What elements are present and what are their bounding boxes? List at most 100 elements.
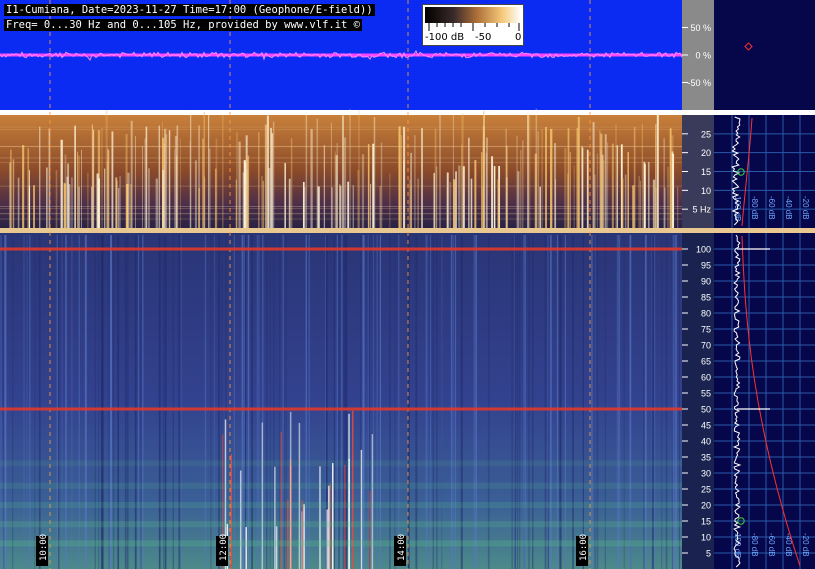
spectral-stripe	[394, 235, 396, 569]
spectral-stripe	[251, 235, 253, 569]
spectral-stripe	[653, 235, 656, 569]
impulse-stripe	[361, 154, 365, 228]
horizontal-band	[0, 205, 682, 207]
spectral-stripe	[282, 235, 285, 569]
spectral-stripe	[34, 235, 36, 569]
impulse-stripe	[370, 183, 372, 228]
tick-label: 45	[701, 421, 711, 431]
spectral-stripe	[582, 235, 584, 569]
sferic-burst	[298, 422, 301, 569]
spectral-stripe	[0, 235, 2, 569]
impulse-stripe	[408, 179, 411, 228]
spectral-stripe	[244, 235, 247, 569]
spectral-stripe	[178, 235, 181, 569]
spectral-stripe	[12, 235, 14, 569]
impulse-stripe	[389, 173, 391, 228]
spectral-stripe	[266, 235, 268, 569]
tick-label: 50	[701, 405, 711, 415]
time-label: 12:00	[219, 534, 229, 561]
impulse-stripe	[96, 173, 99, 228]
impulse-stripe	[158, 125, 160, 228]
impulse-stripe	[449, 182, 452, 228]
impulse-stripe	[272, 121, 275, 228]
impulse-stripe	[633, 126, 636, 228]
impulse-stripe	[127, 172, 130, 228]
impulse-stripe	[672, 153, 675, 228]
spectral-stripe	[594, 235, 597, 569]
spectral-stripe	[65, 235, 68, 569]
impulse-stripe	[343, 137, 347, 228]
spectral-stripe	[453, 235, 455, 569]
side-db-label: -40 dB	[784, 196, 793, 220]
sferic-burst	[230, 454, 233, 569]
spectral-stripe	[524, 235, 527, 569]
impulse-stripe	[222, 114, 224, 228]
impulse-stripe	[603, 160, 605, 228]
spectral-stripe	[661, 235, 663, 569]
spectral-stripe	[544, 235, 547, 569]
spectral-stripe	[162, 235, 165, 569]
impulse-stripe	[17, 177, 20, 228]
spectral-stripe	[285, 235, 287, 569]
side-db-label: -80 dB	[750, 533, 759, 557]
resonance-band	[0, 482, 682, 489]
spectral-stripe	[333, 235, 336, 569]
spectral-stripe	[108, 235, 110, 569]
hum-line	[0, 407, 682, 411]
spectral-stripe	[367, 235, 369, 569]
impulse-stripe	[639, 180, 641, 228]
spectral-stripe	[523, 235, 525, 569]
spectral-stripe	[134, 235, 137, 569]
colorbar-label-max: 0	[515, 32, 522, 43]
spectral-stripe	[630, 235, 632, 569]
impulse-stripe	[262, 180, 264, 228]
spectral-stripe	[430, 235, 432, 569]
spectral-stripe	[164, 235, 167, 569]
signal-side-panel	[714, 0, 815, 110]
impulse-stripe	[656, 113, 659, 228]
impulse-stripe	[10, 149, 12, 228]
resonance-band	[0, 521, 682, 528]
spectrogram-figure: 50 %0 %-50 %252015105 Hz1009590858075706…	[0, 0, 815, 569]
impulse-stripe	[358, 110, 360, 228]
impulse-stripe	[398, 126, 401, 228]
spectral-stripe	[643, 235, 645, 569]
impulse-stripe	[81, 149, 82, 228]
spectral-stripe	[425, 235, 428, 569]
impulse-stripe	[592, 154, 595, 228]
spectral-stripe	[241, 235, 244, 569]
spectral-stripe	[517, 235, 519, 569]
impulse-stripe	[468, 137, 470, 228]
impulse-stripe	[539, 186, 541, 228]
spectral-stripe	[623, 235, 625, 569]
spectral-stripe	[363, 235, 365, 569]
spectral-stripe	[475, 235, 477, 569]
spectral-stripe	[460, 235, 463, 569]
tick-label: 60	[701, 373, 711, 383]
impulse-stripe	[60, 139, 63, 228]
tick-label: 55	[701, 389, 711, 399]
spectral-stripe	[233, 235, 235, 569]
impulse-stripe	[290, 138, 293, 228]
impulse-stripe	[638, 175, 640, 228]
tick-label: 70	[701, 341, 711, 351]
sferic-burst	[301, 500, 304, 569]
spectral-stripe	[604, 235, 606, 569]
spectral-stripe	[172, 235, 174, 569]
impulse-stripe	[67, 163, 70, 228]
impulse-stripe	[446, 172, 449, 228]
horizontal-band	[0, 145, 682, 147]
spectral-stripe	[110, 235, 112, 569]
impulse-stripe	[564, 147, 567, 228]
impulse-stripe	[145, 126, 148, 228]
tick-label: 80	[701, 309, 711, 319]
side-db-label: -20 dB	[801, 196, 810, 220]
spectral-stripe	[336, 235, 339, 569]
tick-label: 0 %	[695, 51, 711, 61]
spectral-stripe	[103, 235, 104, 569]
side-db-label: -60 dB	[767, 533, 776, 557]
impulse-stripe	[317, 186, 320, 228]
sferic-burst	[371, 434, 374, 569]
impulse-stripe	[566, 173, 569, 228]
time-label: 16:00	[579, 534, 589, 561]
